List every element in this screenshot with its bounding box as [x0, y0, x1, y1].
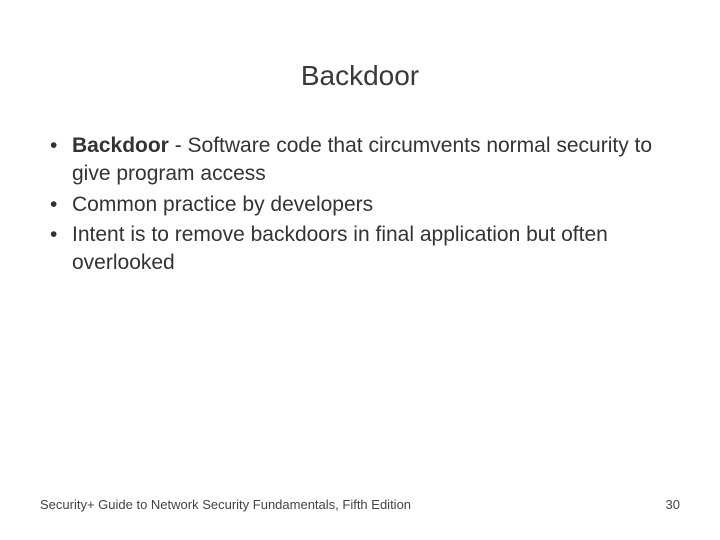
slide-title: Backdoor: [0, 0, 720, 132]
list-item: Common practice by developers: [40, 191, 680, 219]
list-item: Intent is to remove backdoors in final a…: [40, 221, 680, 278]
slide-footer: Security+ Guide to Network Security Fund…: [40, 497, 680, 512]
bullet-term: Backdoor: [72, 134, 169, 157]
bullet-list: Backdoor - Software code that circumvent…: [40, 132, 680, 278]
page-number: 30: [666, 497, 680, 512]
slide-content: Backdoor - Software code that circumvent…: [0, 132, 720, 278]
footer-source: Security+ Guide to Network Security Fund…: [40, 497, 411, 512]
list-item: Backdoor - Software code that circumvent…: [40, 132, 680, 189]
bullet-text: Common practice by developers: [72, 193, 373, 216]
slide: Backdoor Backdoor - Software code that c…: [0, 0, 720, 540]
bullet-text: Intent is to remove backdoors in final a…: [72, 223, 608, 274]
